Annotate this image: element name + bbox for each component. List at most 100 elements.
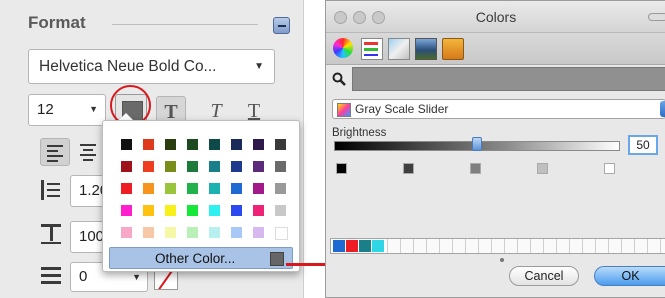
ok-button[interactable]: OK xyxy=(594,266,665,286)
saved-color-swatch[interactable] xyxy=(359,240,371,252)
color-swatch[interactable] xyxy=(231,139,242,150)
window-title: Colors xyxy=(475,9,517,25)
color-swatch[interactable] xyxy=(209,227,220,238)
search-icon xyxy=(332,72,346,86)
chevron-down-icon: ▼ xyxy=(132,272,141,282)
gray-preset-swatch[interactable] xyxy=(336,163,347,174)
gray-preset-swatch[interactable] xyxy=(403,163,414,174)
color-swatch[interactable] xyxy=(187,139,198,150)
color-swatch[interactable] xyxy=(143,227,154,238)
saved-color-swatch[interactable] xyxy=(346,240,358,252)
crayons-icon[interactable] xyxy=(442,38,464,60)
color-swatch[interactable] xyxy=(121,139,132,150)
color-swatch[interactable] xyxy=(231,205,242,216)
color-swatch[interactable] xyxy=(209,205,220,216)
color-swatch[interactable] xyxy=(209,139,220,150)
chevron-down-icon: ▼ xyxy=(89,104,98,114)
color-swatch[interactable] xyxy=(121,183,132,194)
brightness-label: Brightness xyxy=(332,127,387,139)
color-swatch[interactable] xyxy=(253,139,264,150)
color-swatch[interactable] xyxy=(121,227,132,238)
other-color-swatch xyxy=(270,252,284,266)
color-swatch[interactable] xyxy=(231,161,242,172)
color-swatch[interactable] xyxy=(231,183,242,194)
empty-swatch-divider xyxy=(556,239,557,253)
color-popup: Other Color... xyxy=(102,120,300,272)
color-mode-toolbar xyxy=(326,33,665,65)
color-swatch[interactable] xyxy=(275,183,286,194)
colors-window: Colors Gray Scale Slider Brightness 50 C… xyxy=(325,0,665,298)
empty-swatch-divider xyxy=(491,239,492,253)
collapse-icon[interactable] xyxy=(273,17,290,34)
color-swatch[interactable] xyxy=(275,227,288,240)
color-swatch[interactable] xyxy=(253,205,264,216)
empty-swatch-divider xyxy=(478,239,479,253)
brightness-slider-thumb[interactable] xyxy=(472,137,482,151)
empty-swatch-divider xyxy=(504,239,505,253)
toolbar-toggle-icon[interactable] xyxy=(648,13,665,21)
chevron-down-icon: ▼ xyxy=(254,61,264,72)
color-swatch[interactable] xyxy=(165,205,176,216)
empty-swatch-divider xyxy=(543,239,544,253)
empty-swatch-divider xyxy=(595,239,596,253)
color-swatch[interactable] xyxy=(165,227,176,238)
line-spacing-icon xyxy=(41,180,61,202)
saved-colors-bar[interactable] xyxy=(330,238,665,254)
font-size-combobox[interactable]: 12 ▼ xyxy=(28,94,106,126)
title-divider xyxy=(112,24,258,25)
color-swatch[interactable] xyxy=(143,205,154,216)
empty-swatch-divider xyxy=(426,239,427,253)
font-name: Helvetica Neue Bold Co... xyxy=(39,58,217,75)
gray-preset-swatch[interactable] xyxy=(604,163,615,174)
color-swatch[interactable] xyxy=(187,183,198,194)
brightness-value-field[interactable]: 50 xyxy=(628,135,658,155)
color-swatch[interactable] xyxy=(187,205,198,216)
other-color-item[interactable]: Other Color... xyxy=(109,247,293,269)
color-sliders-icon[interactable] xyxy=(361,38,383,60)
empty-swatch-divider xyxy=(400,239,401,253)
color-swatch[interactable] xyxy=(209,183,220,194)
slider-mode-icon xyxy=(337,103,351,117)
slider-mode-dropdown[interactable]: Gray Scale Slider xyxy=(332,99,665,119)
empty-swatch-divider xyxy=(621,239,622,253)
color-swatch[interactable] xyxy=(121,161,132,172)
color-search-field[interactable] xyxy=(352,67,665,91)
swatch-grid xyxy=(115,131,295,247)
color-swatch[interactable] xyxy=(231,227,242,238)
gray-preset-swatch[interactable] xyxy=(470,163,481,174)
saved-color-swatch[interactable] xyxy=(333,240,345,252)
color-swatch[interactable] xyxy=(275,205,286,216)
color-swatch[interactable] xyxy=(253,183,264,194)
saved-color-swatch[interactable] xyxy=(372,240,384,252)
color-swatch[interactable] xyxy=(275,161,286,172)
align-left-icon[interactable] xyxy=(40,138,70,166)
empty-swatch-divider xyxy=(465,239,466,253)
empty-swatch-divider xyxy=(413,239,414,253)
color-swatch[interactable] xyxy=(143,139,154,150)
color-swatch[interactable] xyxy=(121,205,132,216)
color-swatch[interactable] xyxy=(253,227,264,238)
image-palettes-icon[interactable] xyxy=(415,38,437,60)
color-swatch[interactable] xyxy=(275,139,286,150)
color-swatch[interactable] xyxy=(165,161,176,172)
resize-handle-dot[interactable] xyxy=(500,258,504,262)
color-swatch[interactable] xyxy=(165,139,176,150)
empty-swatch-divider xyxy=(569,239,570,253)
gray-preset-swatch[interactable] xyxy=(537,163,548,174)
color-swatch[interactable] xyxy=(209,161,220,172)
color-swatch[interactable] xyxy=(187,161,198,172)
empty-swatch-divider xyxy=(517,239,518,253)
font-dropdown[interactable]: Helvetica Neue Bold Co... ▼ xyxy=(28,49,275,84)
color-swatch[interactable] xyxy=(143,161,154,172)
color-palettes-icon[interactable] xyxy=(388,38,410,60)
cancel-button[interactable]: Cancel xyxy=(509,266,579,286)
color-swatch[interactable] xyxy=(253,161,264,172)
color-wheel-icon[interactable] xyxy=(333,38,353,58)
color-swatch[interactable] xyxy=(143,183,154,194)
window-titlebar: Colors xyxy=(326,1,665,33)
align-center-icon[interactable] xyxy=(74,138,102,166)
color-swatch[interactable] xyxy=(165,183,176,194)
color-swatch[interactable] xyxy=(187,227,198,238)
empty-swatch-divider xyxy=(647,239,648,253)
list-level-value: 0 xyxy=(79,268,88,285)
